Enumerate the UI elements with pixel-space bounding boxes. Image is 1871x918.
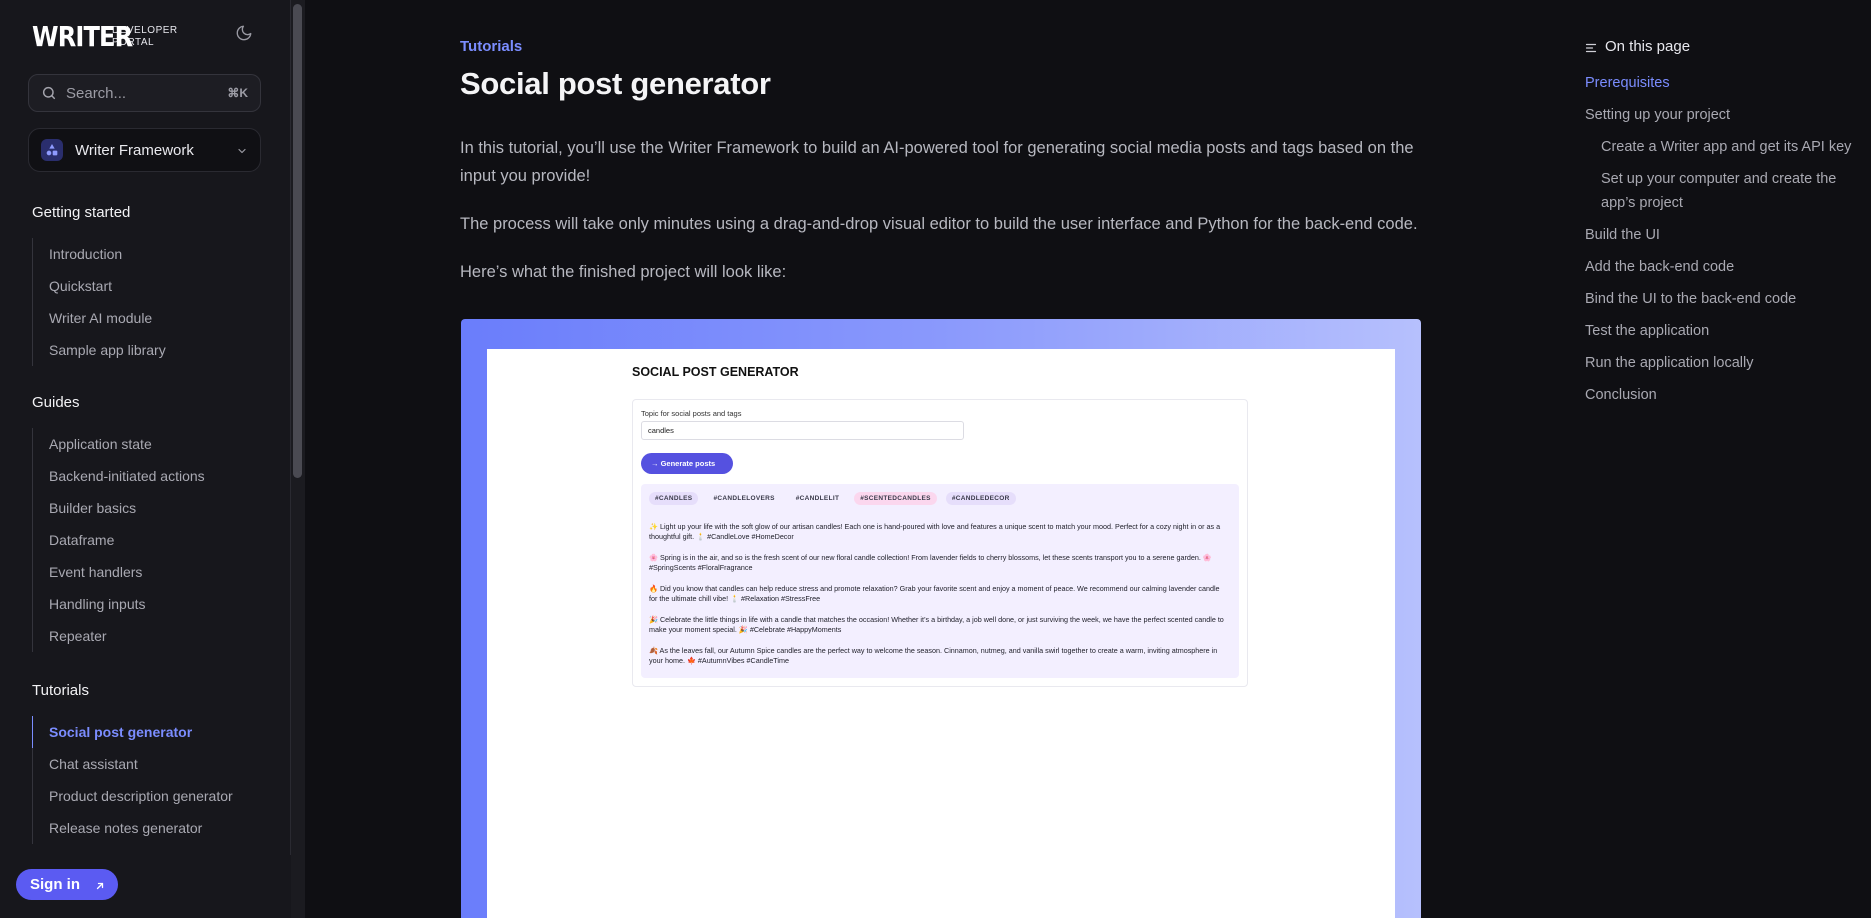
preview-tag: #CANDLES xyxy=(649,492,699,505)
toc-item-set-up-computer-cont[interactable]: app’s project xyxy=(1601,191,1683,215)
breadcrumb[interactable]: Tutorials xyxy=(460,38,522,55)
nav-group-getting-started: Getting started Introduction Quickstart … xyxy=(32,204,166,366)
search-input[interactable]: Search... ⌘K xyxy=(28,74,261,112)
nav-group-guides: Guides Application state Backend-initiat… xyxy=(32,394,205,652)
sidebar-item-quickstart[interactable]: Quickstart xyxy=(32,270,166,302)
toc-item-prerequisites[interactable]: Prerequisites xyxy=(1585,71,1670,95)
list-icon xyxy=(1585,41,1597,53)
nav-list: Application state Backend-initiated acti… xyxy=(32,428,205,652)
product-selector[interactable]: Writer Framework xyxy=(28,128,261,172)
nav-group-tutorials: Tutorials Social post generator Chat ass… xyxy=(32,682,233,844)
preview-post: ✨ Light up your life with the soft glow … xyxy=(649,522,1221,541)
sidebar-item-application-state[interactable]: Application state xyxy=(32,428,205,460)
toc-item-create-writer-app[interactable]: Create a Writer app and get its API key xyxy=(1601,135,1851,159)
preview-app-card: Topic for social posts and tags candles … xyxy=(632,399,1248,687)
nav-group-title: Getting started xyxy=(32,204,131,221)
toc-item-build-the-ui[interactable]: Build the UI xyxy=(1585,223,1660,247)
preview-tags: #CANDLES #CANDLELOVERS #CANDLELIT #SCENT… xyxy=(649,492,1016,505)
preview-post: 🎉 Celebrate the little things in life wi… xyxy=(649,615,1224,634)
process-paragraph: The process will take only minutes using… xyxy=(460,215,1418,233)
app-screenshot: SOCIAL POST GENERATOR Topic for social p… xyxy=(487,349,1395,918)
signin-bar: Sign in xyxy=(0,855,291,918)
framework-icon xyxy=(41,139,63,161)
sidebar-item-release-notes-generator[interactable]: Release notes generator xyxy=(32,812,233,844)
preview-post: 🌸 Spring is in the air, and so is the fr… xyxy=(649,553,1212,572)
sidebar-item-writer-ai-module[interactable]: Writer AI module xyxy=(32,302,166,334)
finished-project-image: SOCIAL POST GENERATOR Topic for social p… xyxy=(461,319,1421,918)
preview-post: 🔥 Did you know that candles can help red… xyxy=(649,584,1220,603)
sidebar-scroll-area[interactable]: WRITER DEVELOPER PORTAL Search... ⌘K Wri… xyxy=(0,0,290,855)
toc-title: On this page xyxy=(1605,38,1691,55)
toc-item-setting-up-your-project[interactable]: Setting up your project xyxy=(1585,103,1730,127)
toc-item-test-application[interactable]: Test the application xyxy=(1585,319,1709,343)
sidebar-scrollbar-thumb[interactable] xyxy=(293,4,302,478)
sidebar: WRITER DEVELOPER PORTAL Search... ⌘K Wri… xyxy=(0,0,291,918)
sidebar-item-chat-assistant[interactable]: Chat assistant xyxy=(32,748,233,780)
page-title: Social post generator xyxy=(460,66,771,101)
preview-topic-input: candles xyxy=(641,421,964,440)
sign-in-button[interactable]: Sign in xyxy=(16,869,118,900)
preview-post: 🍂 As the leaves fall, our Autumn Spice c… xyxy=(649,646,1218,665)
chevron-down-icon xyxy=(236,144,248,156)
logo-wordmark: WRITER xyxy=(32,20,133,53)
toc-item-set-up-computer[interactable]: Set up your computer and create the xyxy=(1601,167,1836,191)
sidebar-item-social-post-generator[interactable]: Social post generator xyxy=(32,716,233,748)
sidebar-item-dataframe[interactable]: Dataframe xyxy=(32,524,205,556)
preview-results: #CANDLES #CANDLELOVERS #CANDLELIT #SCENT… xyxy=(641,484,1239,678)
search-shortcut: ⌘K xyxy=(227,86,248,100)
moon-icon[interactable] xyxy=(235,24,257,46)
arrow-up-right-icon xyxy=(94,879,106,891)
preview-tag: #SCENTEDCANDLES xyxy=(854,492,937,505)
toc-item-add-back-end-code[interactable]: Add the back-end code xyxy=(1585,255,1734,279)
sidebar-item-builder-basics[interactable]: Builder basics xyxy=(32,492,205,524)
toc-heading: On this page xyxy=(1585,38,1690,55)
nav-list: Social post generator Chat assistant Pro… xyxy=(32,716,233,844)
sidebar-item-introduction[interactable]: Introduction xyxy=(32,238,166,270)
nav-group-title: Tutorials xyxy=(32,682,89,699)
sidebar-item-product-description-generator[interactable]: Product description generator xyxy=(32,780,233,812)
toc-item-conclusion[interactable]: Conclusion xyxy=(1585,383,1657,407)
intro-paragraph: In this tutorial, you’ll use the Writer … xyxy=(460,139,1414,185)
sidebar-item-event-handlers[interactable]: Event handlers xyxy=(32,556,205,588)
product-selector-label: Writer Framework xyxy=(75,141,194,159)
preview-tag: #CANDLEDECOR xyxy=(945,492,1016,505)
logo[interactable]: WRITER DEVELOPER PORTAL xyxy=(32,20,178,53)
toc-item-run-locally[interactable]: Run the application locally xyxy=(1585,351,1753,375)
sidebar-item-handling-inputs[interactable]: Handling inputs xyxy=(32,588,205,620)
preview-tag: #CANDLELOVERS xyxy=(707,492,781,505)
sidebar-item-backend-initiated-actions[interactable]: Backend-initiated actions xyxy=(32,460,205,492)
sign-in-label: Sign in xyxy=(30,876,80,893)
toc-item-bind-ui[interactable]: Bind the UI to the back-end code xyxy=(1585,287,1796,311)
nav-group-title: Guides xyxy=(32,394,80,411)
preview-input-label: Topic for social posts and tags xyxy=(641,409,742,418)
sidebar-item-sample-app-library[interactable]: Sample app library xyxy=(32,334,166,366)
preview-intro-paragraph: Here’s what the finished project will lo… xyxy=(460,263,787,281)
preview-tag: #CANDLELIT xyxy=(789,492,846,505)
preview-generate-button: → Generate posts xyxy=(641,453,733,474)
search-icon xyxy=(41,85,57,101)
nav-list: Introduction Quickstart Writer AI module… xyxy=(32,238,166,366)
sidebar-item-repeater[interactable]: Repeater xyxy=(32,620,205,652)
preview-app-title: SOCIAL POST GENERATOR xyxy=(632,365,799,379)
search-placeholder: Search... xyxy=(66,84,127,102)
